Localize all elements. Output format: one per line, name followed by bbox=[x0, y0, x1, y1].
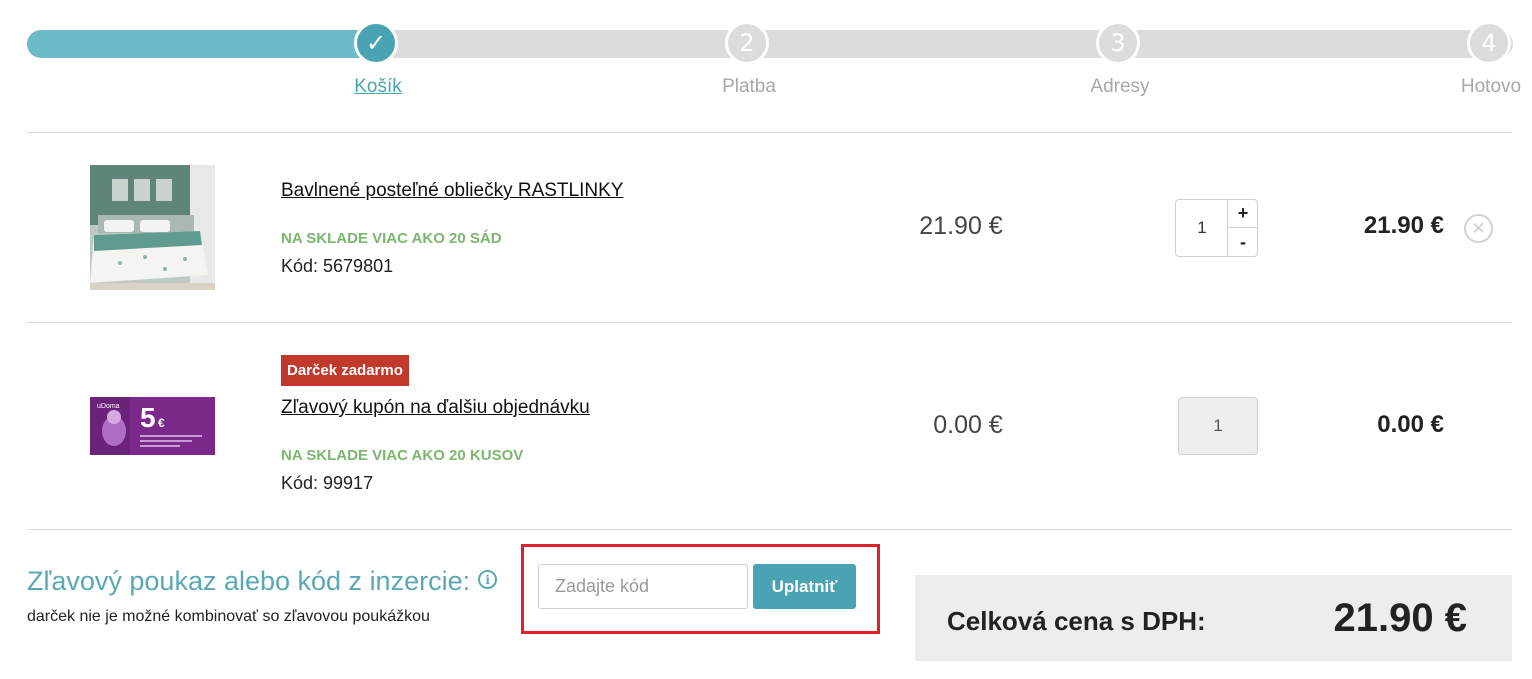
line-total: 0.00 € bbox=[1377, 411, 1444, 438]
gift-badge: Darček zadarmo bbox=[281, 355, 409, 386]
stock-status: NA SKLADE VIAC AKO 20 SÁD bbox=[281, 230, 502, 247]
product-title-link[interactable]: Bavlnené posteľné obliečky RASTLINKY bbox=[281, 180, 623, 202]
stock-status: NA SKLADE VIAC AKO 20 KUSOV bbox=[281, 447, 524, 464]
product-image-coupon[interactable]: uDoma 5 € bbox=[90, 397, 215, 455]
quantity-decrease-button[interactable]: - bbox=[1228, 228, 1258, 256]
unit-price: 21.90 € bbox=[919, 212, 1003, 240]
step-label-done: Hotovo bbox=[1460, 76, 1522, 97]
voucher-code-input[interactable] bbox=[538, 564, 748, 609]
quantity-input[interactable]: 1 bbox=[1176, 200, 1228, 256]
coupon-graphic: uDoma 5 € bbox=[90, 397, 215, 455]
remove-item-icon[interactable]: ✕ bbox=[1464, 214, 1493, 243]
total-label: Celková cena s DPH: bbox=[947, 606, 1206, 636]
product-image-bedding[interactable] bbox=[90, 165, 215, 290]
divider bbox=[27, 132, 1512, 133]
apply-voucher-button[interactable]: Uplatniť bbox=[753, 564, 856, 609]
divider bbox=[27, 529, 1512, 530]
step-3-dot: 3 bbox=[1096, 21, 1140, 65]
step-1-check-icon: ✓ bbox=[354, 21, 398, 65]
step-2-dot: 2 bbox=[725, 21, 769, 65]
product-code: Kód: 5679801 bbox=[281, 256, 394, 276]
unit-price: 0.00 € bbox=[933, 411, 1003, 439]
product-code: Kód: 99917 bbox=[281, 473, 374, 493]
voucher-note: darček nie je možné kombinovať so zľavov… bbox=[27, 608, 430, 625]
order-total-box: Celková cena s DPH: 21.90 € bbox=[915, 575, 1512, 661]
bedding-photo bbox=[90, 165, 215, 290]
quantity-buttons: + - bbox=[1227, 200, 1258, 256]
voucher-heading: Zľavový poukaz alebo kód z inzercie: i bbox=[27, 566, 498, 597]
step-label-payment: Platba bbox=[722, 76, 776, 97]
step-label-addresses: Adresy bbox=[1090, 76, 1150, 97]
total-value: 21.90 € bbox=[1333, 596, 1467, 640]
divider bbox=[27, 322, 1512, 323]
progress-fill bbox=[27, 30, 379, 58]
coupon-currency-text: € bbox=[158, 416, 165, 430]
line-total: 21.90 € bbox=[1363, 212, 1444, 239]
quantity-increase-button[interactable]: + bbox=[1228, 200, 1258, 228]
info-icon[interactable]: i bbox=[478, 570, 498, 590]
quantity-field-disabled: 1 bbox=[1178, 397, 1258, 455]
step-link-cart[interactable]: Košík bbox=[308, 76, 448, 98]
coupon-brand-text: uDoma bbox=[97, 403, 120, 410]
step-4-dot: 4 bbox=[1467, 21, 1511, 65]
quantity-stepper: 1 + - bbox=[1175, 199, 1258, 257]
voucher-heading-text: Zľavový poukaz alebo kód z inzercie: bbox=[27, 566, 471, 596]
checkout-progress: ✓ 2 3 4 Košík Platba Adresy Hotovo bbox=[0, 0, 1532, 110]
coupon-amount-text: 5 bbox=[140, 402, 156, 433]
product-title-link[interactable]: Zľavový kupón na ďalšiu objednávku bbox=[281, 397, 590, 419]
